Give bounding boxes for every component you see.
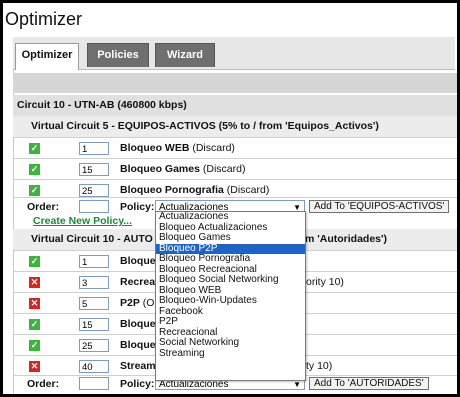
rule-order-input[interactable]: 1 — [79, 142, 109, 155]
rule-order-input[interactable]: 3 — [79, 276, 109, 289]
rule-trail: ty 10) — [306, 360, 333, 372]
check-icon[interactable]: ✓ — [29, 143, 40, 154]
rule-order-input[interactable]: 25 — [79, 184, 109, 197]
divider — [13, 137, 457, 138]
rule-order-input[interactable]: 40 — [79, 360, 109, 373]
optimizer-window: Optimizer Optimizer Policies Wizard Circ… — [0, 0, 460, 397]
circuit-header: Circuit 10 - UTN-AB (460800 kbps) — [13, 95, 457, 116]
tab-bar: Optimizer Policies Wizard — [13, 37, 455, 70]
divider — [13, 179, 457, 180]
rule-action: (Discard) — [202, 163, 246, 175]
policy-label: Policy: — [120, 378, 155, 390]
add-to-equipos-activos-button[interactable]: Add To 'EQUIPOS-ACTIVOS' — [309, 200, 450, 213]
virtual-circuit-header-5: Virtual Circuit 5 - EQUIPOS-ACTIVOS (5% … — [13, 116, 457, 137]
add-to-autoridades-button[interactable]: Add To 'AUTORIDADES' — [309, 377, 429, 390]
rule-order-input[interactable]: 25 — [79, 339, 109, 352]
dropdown-option[interactable]: Facebook — [156, 306, 305, 318]
dropdown-option[interactable]: Bloqueo-Win-Updates — [156, 295, 305, 307]
rule-name[interactable]: Streami — [120, 360, 159, 373]
dropdown-option[interactable]: Streaming — [156, 348, 305, 360]
rule-name-label[interactable]: Bloqueo WEB — [120, 142, 189, 154]
tab-optimizer[interactable]: Optimizer — [15, 43, 79, 70]
rule-name-label[interactable]: Streami — [120, 360, 159, 372]
create-new-policy-link[interactable]: Create New Policy... — [33, 215, 132, 228]
dropdown-option[interactable]: P2P — [156, 316, 305, 328]
rule-name[interactable]: Bloqueo Pornografia (Discard) — [120, 184, 269, 197]
vc10-header-left: Virtual Circuit 10 - AUTO — [31, 233, 153, 245]
dropdown-option[interactable]: Bloqueo Games — [156, 232, 305, 244]
rule-name-label[interactable]: Bloqueo Pornografia — [120, 184, 224, 196]
rule-name[interactable]: Bloqueo Games (Discard) — [120, 163, 245, 176]
tab-policies[interactable]: Policies — [87, 43, 149, 67]
order-input[interactable] — [79, 377, 109, 390]
x-icon[interactable]: ✕ — [29, 361, 40, 372]
policy-dropdown-list[interactable]: Actualizaciones Bloqueo Actualizaciones … — [155, 211, 306, 381]
rule-order-input[interactable]: 15 — [79, 163, 109, 176]
order-label: Order: — [27, 201, 60, 213]
dropdown-option[interactable]: Social Networking — [156, 337, 305, 349]
rule-action: (Discard) — [192, 142, 235, 154]
divider — [13, 197, 457, 198]
rule-action: (Discard) — [226, 184, 270, 196]
check-icon[interactable]: ✓ — [29, 164, 40, 175]
rule-name-label[interactable]: P2P — [120, 297, 140, 309]
x-icon[interactable]: ✕ — [29, 298, 40, 309]
check-icon[interactable]: ✓ — [29, 256, 40, 267]
rule-name[interactable]: Bloqueo WEB (Discard) — [120, 142, 235, 155]
check-icon[interactable]: ✓ — [29, 340, 40, 351]
x-icon[interactable]: ✕ — [29, 277, 40, 288]
page-title: Optimizer — [5, 9, 83, 29]
rule-order-input[interactable]: 1 — [79, 255, 109, 268]
rule-order-input[interactable]: 15 — [79, 318, 109, 331]
dropdown-option[interactable]: Actualizaciones — [156, 211, 305, 223]
rule-name-label[interactable]: Bloqueo Games — [120, 163, 200, 175]
check-icon[interactable]: ✓ — [29, 185, 40, 196]
vc10-header-right: m 'Autoridades') — [305, 233, 388, 245]
rule-order-input[interactable]: 5 — [79, 297, 109, 310]
tab-wizard[interactable]: Wizard — [155, 43, 215, 67]
rule-trail: ority 10) — [306, 276, 344, 288]
dropdown-option[interactable]: Bloqueo Social Networking — [156, 274, 305, 286]
toolbar-band — [13, 73, 457, 93]
dropdown-option[interactable]: Bloqueo Pornografia — [156, 253, 305, 265]
order-input[interactable] — [79, 200, 109, 213]
order-label: Order: — [27, 378, 60, 390]
divider — [13, 158, 457, 159]
check-icon[interactable]: ✓ — [29, 319, 40, 330]
policy-label: Policy: — [120, 201, 155, 213]
